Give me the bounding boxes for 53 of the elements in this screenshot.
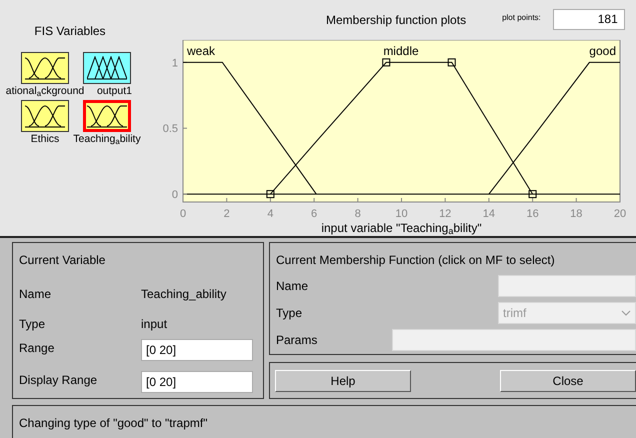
curve-label: middle xyxy=(383,44,419,58)
x-tick-label: 12 xyxy=(439,208,452,220)
y-tick-label: 0.5 xyxy=(162,122,178,135)
field-label: Type xyxy=(19,316,46,329)
bell-curves-icon xyxy=(25,104,65,128)
field-label: Range xyxy=(19,340,56,357)
x-tick-label: 14 xyxy=(482,208,496,220)
plot-points-field[interactable]: 181 xyxy=(552,9,625,30)
bell-curves-icon xyxy=(87,104,127,128)
x-tick-label: 4 xyxy=(267,208,274,220)
status-bar: Changing type of "good" to "trapmf" xyxy=(12,405,636,438)
y-tick-label: 1 xyxy=(172,57,178,70)
variable-label[interactable]: Teaching$_{a}$bility xyxy=(73,132,141,146)
x-tick-label: 20 xyxy=(614,208,626,220)
variable-label[interactable]: ational$_{a}$ckground xyxy=(6,84,84,98)
axis-title: input variable "Teaching$_{a}$bility" xyxy=(321,220,482,235)
curve-label: weak xyxy=(187,44,216,58)
triangles-icon xyxy=(87,56,127,80)
field-value: Teaching_ability xyxy=(141,286,226,299)
chevron-down-icon xyxy=(621,310,631,316)
field-label: Name xyxy=(19,286,52,299)
field-label: Name xyxy=(276,278,308,295)
curve-label: good xyxy=(589,44,616,58)
bell-curves-icon xyxy=(25,56,65,80)
x-tick-label: 8 xyxy=(354,208,361,220)
dialog-button[interactable]: Help xyxy=(275,370,411,392)
panel-title: FIS Variables xyxy=(33,23,107,40)
x-tick-label: 2 xyxy=(224,208,230,220)
variable-label[interactable]: Ethics xyxy=(30,132,60,146)
x-tick-label: 6 xyxy=(311,208,318,220)
x-tick-label: 18 xyxy=(570,208,582,220)
field-label: Display Range xyxy=(19,372,98,389)
field-label: Type xyxy=(276,305,302,322)
membership-curve[interactable] xyxy=(488,62,620,194)
variable-icon[interactable] xyxy=(83,100,131,132)
range-field[interactable]: [0 20] xyxy=(141,339,253,361)
x-tick-label: 0 xyxy=(180,208,186,220)
variable-icon[interactable] xyxy=(83,52,131,84)
range-field[interactable]: [0 20] xyxy=(141,371,253,393)
section-title: Current Membership Function (click on MF to select) xyxy=(276,252,556,269)
field-label: Params xyxy=(276,332,318,349)
plot-title: Membership function plots xyxy=(326,12,466,29)
field-value: input xyxy=(141,316,168,329)
y-tick-label: 0 xyxy=(172,188,178,201)
variable-icon[interactable] xyxy=(21,100,69,132)
x-tick-label: 10 xyxy=(395,208,408,220)
plot-points-label: plot points: xyxy=(502,12,541,24)
section-title: Current Variable xyxy=(19,252,106,269)
dialog-button[interactable]: Close xyxy=(500,370,636,392)
variable-label[interactable]: output1 xyxy=(96,84,132,98)
x-tick-label: 16 xyxy=(526,208,539,220)
variable-icon[interactable] xyxy=(21,52,69,84)
membership-curve[interactable] xyxy=(182,62,317,194)
